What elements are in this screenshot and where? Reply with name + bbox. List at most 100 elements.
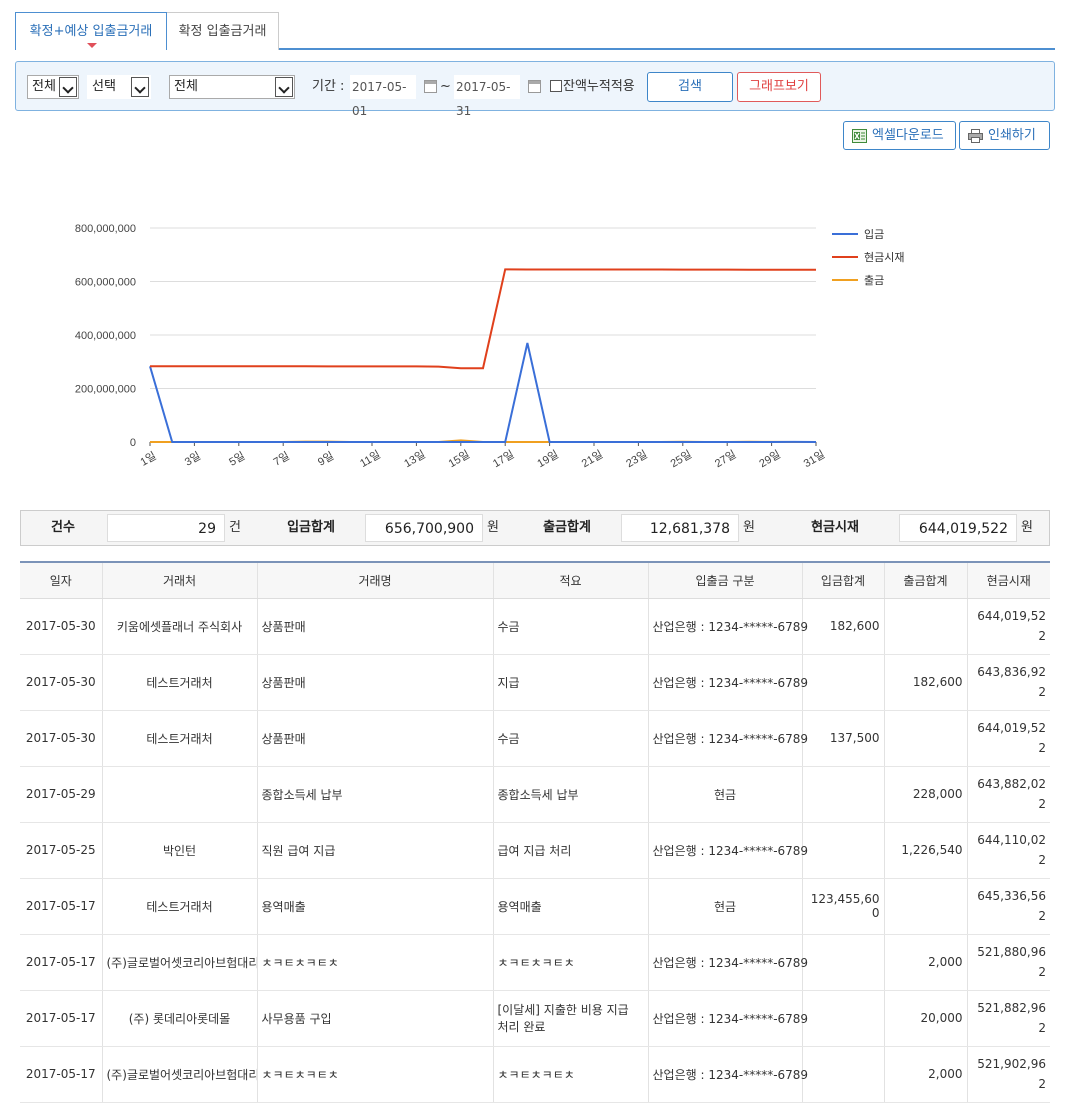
tab-bar: 확정+예상 입출금거래 확정 입출금거래: [15, 12, 1055, 50]
x-tick-label: 3일: [182, 448, 203, 468]
legend-label: 현금시재: [864, 251, 904, 264]
cell-name: 사무용품 구입: [257, 990, 494, 1047]
column-header-withdraw[interactable]: 출금합계: [884, 562, 968, 599]
table-row[interactable]: 2017-05-30 테스트거래처 상품판매 수금 산업은행 : 1234-*****-…: [20, 710, 1050, 767]
y-tick-label: 400,000,000: [75, 330, 136, 342]
x-tick-label: 19일: [534, 447, 560, 470]
cell-balance: 521,902,962: [967, 1046, 1050, 1103]
x-tick-label: 9일: [315, 448, 336, 468]
column-header-account[interactable]: 입출금 구분: [648, 562, 803, 599]
cell-deposit: 123,455,600: [802, 878, 885, 935]
type-select-value: 전체: [32, 79, 56, 94]
cell-balance: 643,882,022: [967, 766, 1050, 823]
cell-memo: ㅊㅋㅌㅊㅋㅌㅊ: [493, 1046, 649, 1103]
cell-memo: 수금: [493, 710, 649, 767]
cell-withdraw: 1,226,540: [884, 822, 968, 879]
chevron-down-icon: [275, 77, 293, 97]
cash-balance-label: 현금시재: [811, 520, 859, 535]
print-button[interactable]: 인쇄하기: [959, 121, 1050, 150]
excel-download-button[interactable]: 엑셀다운로드: [843, 121, 956, 150]
column-header-name[interactable]: 거래명: [257, 562, 494, 599]
tab-label: 확정 입출금거래: [178, 24, 267, 39]
category-select[interactable]: 선택: [87, 75, 151, 99]
cell-memo: [이달세] 지출한 비용 지급 처리 완료: [493, 990, 649, 1047]
series-line-1: [149, 268, 816, 370]
cell-deposit: [802, 990, 885, 1047]
cell-account: 산업은행 : 1234-*****-6789: [648, 934, 808, 991]
cell-date: 2017-05-17: [20, 934, 103, 991]
withdraw-total-unit: 원: [743, 520, 755, 535]
table-row[interactable]: 2017-05-25 박인턴 직원 급여 지급 급여 지급 처리 산업은행 : 1234…: [20, 822, 1050, 879]
cell-balance: 521,882,962: [967, 990, 1050, 1047]
x-tick-label: 11일: [357, 447, 383, 470]
cell-account: 산업은행 : 1234-*****-6789: [648, 710, 808, 767]
calendar-icon[interactable]: [424, 80, 437, 93]
cell-date: 2017-05-17: [20, 878, 103, 935]
withdraw-total-value: 12,681,378: [621, 514, 739, 542]
table-row[interactable]: 2017-05-17 테스트거래처 용역매출 용역매출 현금 123,455,600 645…: [20, 878, 1050, 935]
date-from-input[interactable]: 2017-05-01: [350, 75, 416, 118]
date-range-separator: ~: [440, 79, 451, 94]
cell-name: ㅊㅋㅌㅊㅋㅌㅊ: [257, 1046, 494, 1103]
column-header-balance[interactable]: 현금시재: [967, 562, 1050, 599]
search-button[interactable]: 검색: [647, 72, 733, 102]
column-header-date[interactable]: 일자: [20, 562, 103, 599]
cell-memo: 용역매출: [493, 878, 649, 935]
cell-withdraw: [884, 598, 968, 655]
table-row[interactable]: 2017-05-30 테스트거래처 상품판매 지급 산업은행 : 1234-*****-…: [20, 654, 1050, 711]
x-tick-label: 17일: [490, 447, 516, 470]
deposit-total-unit: 원: [487, 520, 499, 535]
series-line-0: [149, 342, 817, 443]
cell-deposit: [802, 766, 885, 823]
cell-balance: 644,019,522: [967, 710, 1050, 767]
balance-accumulate-checkbox[interactable]: [550, 80, 562, 92]
account-select-value: 전체: [174, 79, 198, 94]
cell-date: 2017-05-29: [20, 766, 103, 823]
x-tick-label: 29일: [756, 447, 782, 470]
cell-account: 산업은행 : 1234-*****-6789: [648, 822, 808, 879]
column-header-partner[interactable]: 거래처: [102, 562, 258, 599]
cell-deposit: [802, 934, 885, 991]
excel-download-label: 엑셀다운로드: [872, 128, 944, 143]
x-tick-label: 21일: [579, 447, 605, 470]
table-row[interactable]: 2017-05-17 (주)글로벌어셋코리아브험대리점 ㅊㅋㅌㅊㅋㅌㅊ ㅊㅋㅌㅊㅋㅌㅊ…: [20, 934, 1050, 991]
cash-balance-unit: 원: [1021, 520, 1033, 535]
cell-partner: 박인턴: [102, 822, 258, 879]
table-row[interactable]: 2017-05-17 (주)글로벌어셋코리아브험대리점 ㅊㅋㅌㅊㅋㅌㅊ ㅊㅋㅌㅊㅋㅌㅊ…: [20, 1046, 1050, 1103]
cell-deposit: [802, 654, 885, 711]
y-tick-label: 0: [130, 437, 136, 449]
balance-accumulate-label: 잔액누적적용: [563, 79, 635, 94]
y-tick-label: 600,000,000: [75, 277, 136, 289]
y-tick-label: 800,000,000: [75, 223, 136, 235]
graph-view-button[interactable]: 그래프보기: [737, 72, 821, 102]
cell-name: 상품판매: [257, 598, 494, 655]
legend-label: 출금: [864, 274, 884, 287]
table-row[interactable]: 2017-05-17 (주) 롯데리아롯데몰 사무용품 구입 [이달세] 지출한 비용…: [20, 990, 1050, 1047]
x-tick-label: 5일: [226, 448, 247, 468]
table-row[interactable]: 2017-05-30 키움에셋플래너 주식회사 상품판매 수금 산업은행 : 1234-…: [20, 598, 1050, 655]
account-select[interactable]: 전체: [169, 75, 295, 99]
type-select[interactable]: 전체: [27, 75, 79, 99]
cell-account: 산업은행 : 1234-*****-6789: [648, 1046, 808, 1103]
cell-account: 산업은행 : 1234-*****-6789: [648, 598, 808, 655]
tab-confirmed-expected[interactable]: 확정+예상 입출금거래: [15, 12, 167, 50]
chevron-down-icon: [131, 77, 149, 97]
cell-name: 종합소득세 납부: [257, 766, 494, 823]
y-tick-label: 200,000,000: [75, 384, 136, 396]
legend-label: 입금: [864, 228, 884, 241]
cell-memo: 수금: [493, 598, 649, 655]
cell-withdraw: 20,000: [884, 990, 968, 1047]
cell-name: 직원 급여 지급: [257, 822, 494, 879]
count-label: 건수: [51, 520, 75, 535]
tab-confirmed[interactable]: 확정 입출금거래: [167, 12, 279, 50]
date-to-input[interactable]: 2017-05-31: [454, 75, 520, 118]
cell-deposit: [802, 1046, 885, 1103]
cell-date: 2017-05-30: [20, 710, 103, 767]
column-header-deposit[interactable]: 입금합계: [802, 562, 885, 599]
column-header-memo[interactable]: 적요: [493, 562, 649, 599]
table-row[interactable]: 2017-05-29 종합소득세 납부 종합소득세 납부 현금 228,000 643,8…: [20, 766, 1050, 823]
x-tick-label: 13일: [401, 447, 427, 470]
x-tick-label: 7일: [271, 448, 292, 468]
calendar-icon[interactable]: [528, 80, 541, 93]
x-tick-label: 23일: [623, 447, 649, 470]
